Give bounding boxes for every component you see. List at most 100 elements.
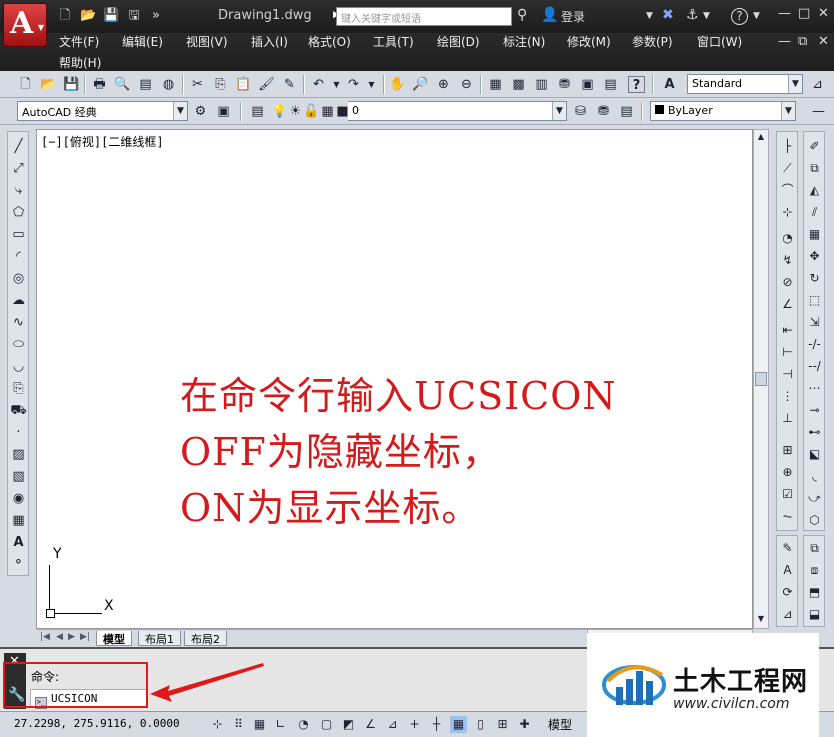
stretch-icon[interactable]: ⇲ [806, 314, 823, 331]
radius-icon[interactable]: ◔ [779, 230, 796, 247]
ellipse-icon[interactable]: ⬭ [10, 336, 27, 353]
chevron-down-icon[interactable]: ▼ [788, 75, 802, 93]
menu-help[interactable]: 帮助(H) [59, 54, 101, 71]
continue-icon[interactable]: ⊣ [779, 366, 796, 383]
vertical-scrollbar[interactable]: ▲ ▼ [753, 129, 769, 629]
chevron-down-icon[interactable]: ▼ [552, 102, 566, 120]
search-input[interactable]: 键入关键字或短语 [336, 7, 512, 26]
bring-front-icon[interactable]: ⧉ [806, 540, 823, 557]
zoom-window-icon[interactable]: ⊕ [435, 76, 452, 93]
tab-model[interactable]: 模型 [96, 631, 132, 646]
next-tab-icon[interactable]: ▶ [68, 632, 75, 642]
erase-icon[interactable]: ✐ [806, 138, 823, 155]
layer-select[interactable]: 0 ▼ [348, 101, 567, 121]
circle-icon[interactable]: ◎ [10, 270, 27, 287]
jogged-icon[interactable]: ↯ [779, 252, 796, 269]
aligned-dim-icon[interactable]: ⟋ [779, 160, 796, 177]
3d-dwf-icon[interactable]: ◍ [160, 76, 177, 93]
layer-previous-icon[interactable]: ⛃ [595, 103, 612, 120]
hatch-icon[interactable]: ▨ [10, 446, 27, 463]
scroll-up-icon[interactable]: ▲ [755, 132, 767, 144]
dim-text-edit-icon[interactable]: A [779, 562, 796, 579]
connect-icon[interactable]: ⚓ [686, 7, 699, 23]
send-under-icon[interactable]: ⬓ [806, 606, 823, 623]
region-icon[interactable]: ◉ [10, 490, 27, 507]
baseline-icon[interactable]: ⊢ [779, 344, 796, 361]
text-style-select[interactable]: Standard ▼ [687, 74, 803, 94]
explode-icon[interactable]: ⬡ [806, 512, 823, 529]
jogged-linear-icon[interactable]: ⏦ [779, 508, 796, 525]
pan-icon[interactable]: ✋ [389, 76, 406, 93]
copy-icon[interactable]: ⎘ [212, 76, 229, 93]
properties-icon[interactable]: ▦ [487, 76, 504, 93]
save-as-icon[interactable]: 🖫 [126, 8, 142, 24]
dim-edit-icon[interactable]: ✎ [779, 540, 796, 557]
chevron-down-icon[interactable]: ▼ [363, 76, 380, 93]
make-current-icon[interactable]: ⛁ [572, 103, 589, 120]
zoom-realtime-icon[interactable]: 🔎 [412, 76, 429, 93]
chevron-down-icon[interactable]: ▼ [781, 102, 795, 120]
light-bulb-icon[interactable]: 💡 [271, 103, 288, 120]
quickcalc-icon[interactable]: ▤ [602, 76, 619, 93]
open-file-icon[interactable]: 📂 [80, 8, 96, 24]
application-menu-button[interactable]: A ▼ [3, 3, 47, 47]
tab-layout2[interactable]: 布局2 [184, 631, 227, 646]
blend-icon[interactable]: ⤻ [806, 490, 823, 507]
object-snap-icon[interactable]: ▢ [318, 716, 335, 733]
linetype-icon[interactable]: — [810, 103, 827, 120]
exchange-icon[interactable]: ✖ [662, 7, 674, 23]
markup-icon[interactable]: ▣ [579, 76, 596, 93]
inspection-icon[interactable]: ☑ [779, 486, 796, 503]
multiline-text-icon[interactable]: A [10, 534, 27, 551]
chevron-down-icon[interactable]: ▼ [328, 76, 345, 93]
menu-format[interactable]: 格式(O) [308, 33, 351, 50]
linear-dim-icon[interactable]: ├ [779, 138, 796, 155]
workspace-settings-icon[interactable]: ⚙ [192, 103, 209, 120]
array-icon[interactable]: ▦ [806, 226, 823, 243]
layer-properties-icon[interactable]: ▤ [249, 103, 266, 120]
zoom-previous-icon[interactable]: ⊖ [458, 76, 475, 93]
construction-line-icon[interactable]: ⤢ [10, 160, 27, 177]
color-select[interactable]: ByLayer ▼ [650, 101, 796, 121]
help-icon[interactable]: ? [731, 8, 748, 25]
arc-icon[interactable]: ◜ [10, 248, 27, 265]
chamfer-icon[interactable]: ⬕ [806, 446, 823, 463]
fillet-icon[interactable]: ◟ [806, 468, 823, 485]
first-tab-icon[interactable]: |◀ [40, 632, 50, 642]
bring-above-icon[interactable]: ⬒ [806, 584, 823, 601]
undo-icon[interactable]: ↶ [310, 76, 327, 93]
new-file-icon[interactable]: 🗋 [57, 8, 73, 24]
menu-edit[interactable]: 编辑(E) [122, 33, 163, 50]
binoculars-icon[interactable]: ⚲ [517, 7, 527, 23]
chevron-down-icon[interactable]: ▼ [703, 11, 710, 21]
quick-dim-icon[interactable]: ⇤ [779, 322, 796, 339]
last-tab-icon[interactable]: ▶| [80, 632, 90, 642]
spline-icon[interactable]: ∿ [10, 314, 27, 331]
layer-state-icon[interactable]: ▤ [618, 103, 635, 120]
grid-icon[interactable]: ▦ [251, 716, 268, 733]
infer-constraints-icon[interactable]: ⊹ [209, 716, 226, 733]
block-editor-icon[interactable]: ✎ [281, 76, 298, 93]
chevron-down-icon[interactable]: ▼ [173, 102, 187, 120]
save-icon[interactable]: 💾 [103, 8, 119, 24]
gradient-icon[interactable]: ▧ [10, 468, 27, 485]
chevron-down-icon[interactable]: ▼ [753, 11, 760, 21]
rectangle-icon[interactable]: ▭ [10, 226, 27, 243]
design-center-icon[interactable]: ▩ [510, 76, 527, 93]
offset-icon[interactable]: ⫽ [806, 204, 823, 221]
make-block-icon[interactable]: ⛟ [10, 402, 27, 419]
polygon-icon[interactable]: ⬠ [10, 204, 27, 221]
arc-length-icon[interactable]: ⌒ [779, 182, 796, 199]
tolerance-icon[interactable]: ⊞ [779, 442, 796, 459]
rotate-icon[interactable]: ↻ [806, 270, 823, 287]
paste-icon[interactable]: 📋 [235, 76, 252, 93]
center-mark-icon[interactable]: ⊕ [779, 464, 796, 481]
scroll-thumb[interactable] [755, 372, 767, 386]
point-icon[interactable]: · [10, 424, 27, 441]
close-icon[interactable]: ✕ [818, 6, 829, 21]
workspace-icon[interactable]: ▣ [215, 103, 232, 120]
break-at-point-icon[interactable]: ⋯ [806, 380, 823, 397]
copy-object-icon[interactable]: ⧉ [806, 160, 823, 177]
minimize-icon[interactable]: — [778, 6, 791, 21]
scale-icon[interactable]: ⬚ [806, 292, 823, 309]
